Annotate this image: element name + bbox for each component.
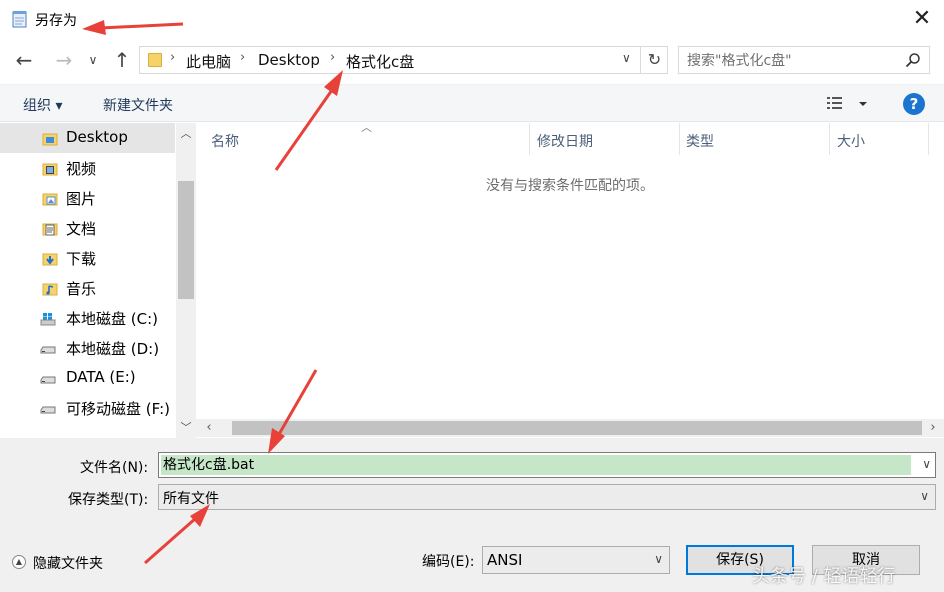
sidebar-item-desktop[interactable]: Desktop xyxy=(0,123,175,153)
hide-folders-label[interactable]: 隐藏文件夹 xyxy=(33,553,103,573)
empty-results-message: 没有与搜索条件匹配的项。 xyxy=(486,178,654,194)
sidebar-item-drive-e[interactable]: DATA (E:) xyxy=(0,363,175,393)
sidebar-item-documents[interactable]: 文档 xyxy=(0,213,175,243)
column-header-type[interactable]: 类型 xyxy=(686,131,714,151)
organize-menu[interactable]: 组织 ▾ xyxy=(23,95,62,115)
column-divider[interactable] xyxy=(928,123,929,155)
breadcrumb-this-pc[interactable]: 此电脑 xyxy=(186,51,231,72)
file-list[interactable]: ︿ 名称 修改日期 类型 大小 没有与搜索条件匹配的项。 xyxy=(196,121,944,420)
scroll-left-icon[interactable]: ‹ xyxy=(200,419,218,437)
filetype-label: 保存类型(T): xyxy=(68,492,149,508)
navigation-pane: Desktop 视频 图片 文档 下载 音乐 本地磁盘 (C:) 本地磁盘 (D… xyxy=(0,123,175,438)
sidebar-item-label: 下载 xyxy=(66,250,97,268)
removable-drive-icon xyxy=(40,406,56,414)
search-box[interactable] xyxy=(678,46,930,74)
new-folder-button[interactable]: 新建文件夹 xyxy=(103,95,173,115)
chevron-down-icon[interactable]: ∨ xyxy=(920,489,929,503)
column-header-date[interactable]: 修改日期 xyxy=(537,131,593,151)
collapse-icon[interactable]: ▲ xyxy=(12,555,26,569)
search-input[interactable] xyxy=(687,51,897,71)
scrollbar-thumb[interactable] xyxy=(178,181,194,299)
column-divider[interactable] xyxy=(529,123,530,155)
breadcrumb-separator[interactable]: › xyxy=(240,50,245,65)
documents-folder-icon xyxy=(42,223,58,236)
sidebar-item-label: DATA (E:) xyxy=(66,368,136,386)
file-list-horizontal-scrollbar[interactable]: ‹ › xyxy=(196,419,944,437)
chevron-down-icon[interactable]: ∨ xyxy=(922,457,931,471)
drive-icon xyxy=(40,346,56,354)
sort-ascending-icon: ︿ xyxy=(361,121,372,134)
sidebar-item-videos[interactable]: 视频 xyxy=(0,153,175,183)
back-button[interactable]: ← xyxy=(12,48,36,72)
change-view-icon[interactable] xyxy=(826,95,870,113)
pictures-folder-icon xyxy=(42,193,58,206)
address-bar[interactable]: › 此电脑 › Desktop › 格式化c盘 ∨ ↻ xyxy=(139,46,668,74)
column-divider[interactable] xyxy=(679,123,680,155)
breadcrumb-separator[interactable]: › xyxy=(330,50,335,65)
folder-icon xyxy=(148,53,162,67)
sidebar-item-label: 视频 xyxy=(66,160,97,178)
search-icon[interactable] xyxy=(905,52,921,68)
sidebar-item-downloads[interactable]: 下载 xyxy=(0,243,175,273)
command-toolbar: 组织 ▾ 新建文件夹 ? xyxy=(0,84,944,122)
drive-icon xyxy=(40,376,56,384)
filename-label: 文件名(N): xyxy=(80,460,149,476)
up-button[interactable]: ↑ xyxy=(110,48,134,72)
column-divider[interactable] xyxy=(829,123,830,155)
sidebar-scrollbar[interactable]: ︿ ﹀ xyxy=(176,123,196,438)
sidebar-item-label: 文档 xyxy=(66,220,97,238)
filetype-value: 所有文件 xyxy=(163,491,219,507)
filetype-select[interactable]: 所有文件 ∨ xyxy=(158,484,936,510)
notepad-icon xyxy=(12,11,27,28)
videos-folder-icon xyxy=(42,163,58,176)
encoding-select[interactable]: ANSI ∨ xyxy=(482,546,670,574)
chevron-down-icon[interactable]: ∨ xyxy=(654,552,663,566)
refresh-button[interactable]: ↻ xyxy=(640,47,668,73)
encoding-label: 编码(E): xyxy=(422,554,475,570)
encoding-value: ANSI xyxy=(487,551,523,569)
filename-field[interactable]: 格式化c盘.bat ∨ xyxy=(158,452,936,478)
breadcrumb-current-folder[interactable]: 格式化c盘 xyxy=(346,51,414,72)
scroll-right-icon[interactable]: › xyxy=(924,419,942,437)
close-button[interactable]: ✕ xyxy=(902,4,942,34)
address-dropdown-icon[interactable]: ∨ xyxy=(622,51,631,65)
system-drive-icon xyxy=(40,313,56,326)
column-header-size[interactable]: 大小 xyxy=(837,131,865,151)
sidebar-item-drive-f[interactable]: 可移动磁盘 (F:) xyxy=(0,393,175,423)
sidebar-item-label: 本地磁盘 (D:) xyxy=(66,340,160,358)
watermark-text: 头条号 / 轻语轻行 xyxy=(752,566,896,587)
sidebar-item-label: Desktop xyxy=(66,128,128,146)
help-button[interactable]: ? xyxy=(903,93,925,115)
sidebar-item-drive-d[interactable]: 本地磁盘 (D:) xyxy=(0,333,175,363)
recent-locations-button[interactable]: ∨ xyxy=(86,48,100,72)
navigation-bar: ← → ∨ ↑ › 此电脑 › Desktop › 格式化c盘 ∨ ↻ xyxy=(0,42,944,78)
breadcrumb-desktop[interactable]: Desktop xyxy=(258,51,320,69)
scroll-down-icon[interactable]: ﹀ xyxy=(176,419,196,437)
sidebar-item-drive-c[interactable]: 本地磁盘 (C:) xyxy=(0,303,175,333)
music-folder-icon xyxy=(42,283,58,296)
window-title: 另存为 xyxy=(35,13,77,29)
scroll-up-icon[interactable]: ︿ xyxy=(176,125,196,143)
sidebar-item-pictures[interactable]: 图片 xyxy=(0,183,175,213)
scrollbar-thumb[interactable] xyxy=(232,421,922,435)
desktop-folder-icon xyxy=(42,133,58,146)
sidebar-item-label: 本地磁盘 (C:) xyxy=(66,310,158,328)
title-bar: 另存为 ✕ xyxy=(0,0,944,38)
sidebar-item-music[interactable]: 音乐 xyxy=(0,273,175,303)
filename-value[interactable]: 格式化c盘.bat xyxy=(161,455,911,475)
sidebar-item-label: 可移动磁盘 (F:) xyxy=(66,400,170,418)
sidebar-item-label: 图片 xyxy=(66,190,97,208)
breadcrumb-separator[interactable]: › xyxy=(170,50,175,65)
downloads-folder-icon xyxy=(42,253,58,266)
forward-button[interactable]: → xyxy=(52,48,76,72)
column-header-name[interactable]: 名称 xyxy=(211,131,239,151)
sidebar-item-label: 音乐 xyxy=(66,280,97,298)
